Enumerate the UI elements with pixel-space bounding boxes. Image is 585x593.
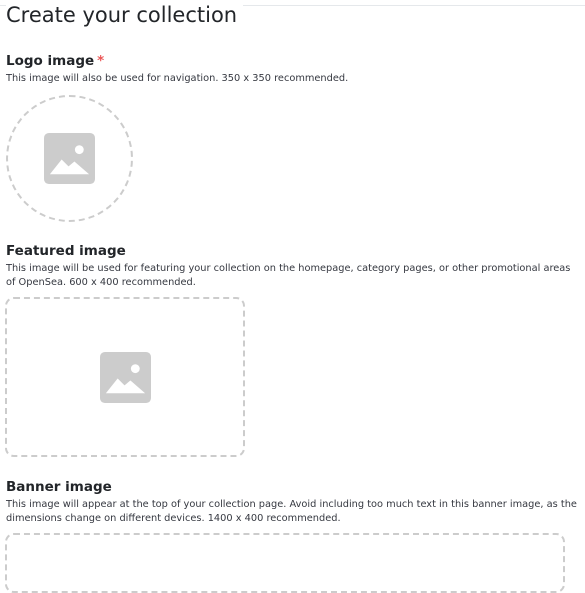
logo-image-label: Logo image * (6, 52, 104, 70)
page-title: Create your collection (6, 1, 244, 29)
logo-image-description: This image will also be used for navigat… (6, 73, 349, 84)
banner-image-description: This image will appear at the top of you… (6, 499, 577, 524)
logo-image-dropzone[interactable] (6, 95, 133, 222)
banner-image-dropzone[interactable] (5, 533, 565, 593)
required-asterisk: * (97, 53, 105, 69)
logo-image-label-text: Logo image (6, 53, 95, 69)
featured-image-label: Featured image (6, 243, 126, 259)
featured-image-description: This image will be used for featuring yo… (6, 263, 571, 288)
featured-image-dropzone[interactable] (5, 297, 245, 457)
banner-image-label: Banner image (6, 479, 112, 495)
image-placeholder-icon (99, 351, 151, 403)
image-placeholder-icon (44, 133, 95, 184)
